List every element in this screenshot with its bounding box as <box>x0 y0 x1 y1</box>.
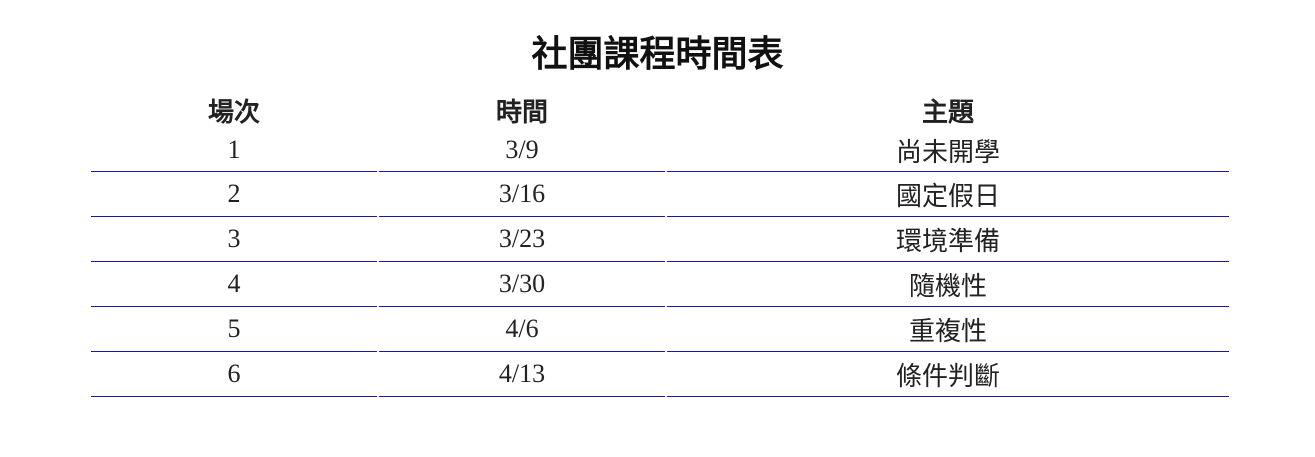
table-row: 1 3/9 尚未開學 <box>91 129 1229 172</box>
time-cell: 3/9 <box>379 129 665 172</box>
schedule-table: 場次 時間 主題 1 3/9 尚未開學 2 3/16 國定假日 3 3/23 環… <box>89 85 1231 397</box>
page-title: 社團課程時間表 <box>531 34 784 76</box>
session-cell: 3 <box>91 217 377 262</box>
time-cell: 3/16 <box>379 172 665 217</box>
session-cell: 2 <box>91 172 377 217</box>
column-header-topic: 主題 <box>921 98 974 128</box>
table-row: 5 4/6 重複性 <box>91 307 1229 352</box>
time-cell: 3/23 <box>379 217 665 262</box>
topic-cell: 隨機性 <box>667 262 1229 307</box>
session-cell: 6 <box>91 352 377 397</box>
session-cell: 1 <box>91 129 377 172</box>
topic-cell: 環境準備 <box>667 217 1229 262</box>
topic-cell: 尚未開學 <box>667 129 1229 172</box>
table-row: 3 3/23 環境準備 <box>91 217 1229 262</box>
time-cell: 3/30 <box>379 262 665 307</box>
table-row: 4 3/30 隨機性 <box>91 262 1229 307</box>
column-header-session: 場次 <box>207 98 260 128</box>
table-row: 2 3/16 國定假日 <box>91 172 1229 217</box>
topic-cell: 重複性 <box>667 307 1229 352</box>
topic-cell: 條件判斷 <box>667 352 1229 397</box>
session-cell: 5 <box>91 307 377 352</box>
topic-cell: 國定假日 <box>667 172 1229 217</box>
session-cell: 4 <box>91 262 377 307</box>
column-header-time: 時間 <box>495 98 548 128</box>
time-cell: 4/13 <box>379 352 665 397</box>
table-header-row: 場次 時間 主題 <box>91 85 1229 129</box>
time-cell: 4/6 <box>379 307 665 352</box>
table-row: 6 4/13 條件判斷 <box>91 352 1229 397</box>
